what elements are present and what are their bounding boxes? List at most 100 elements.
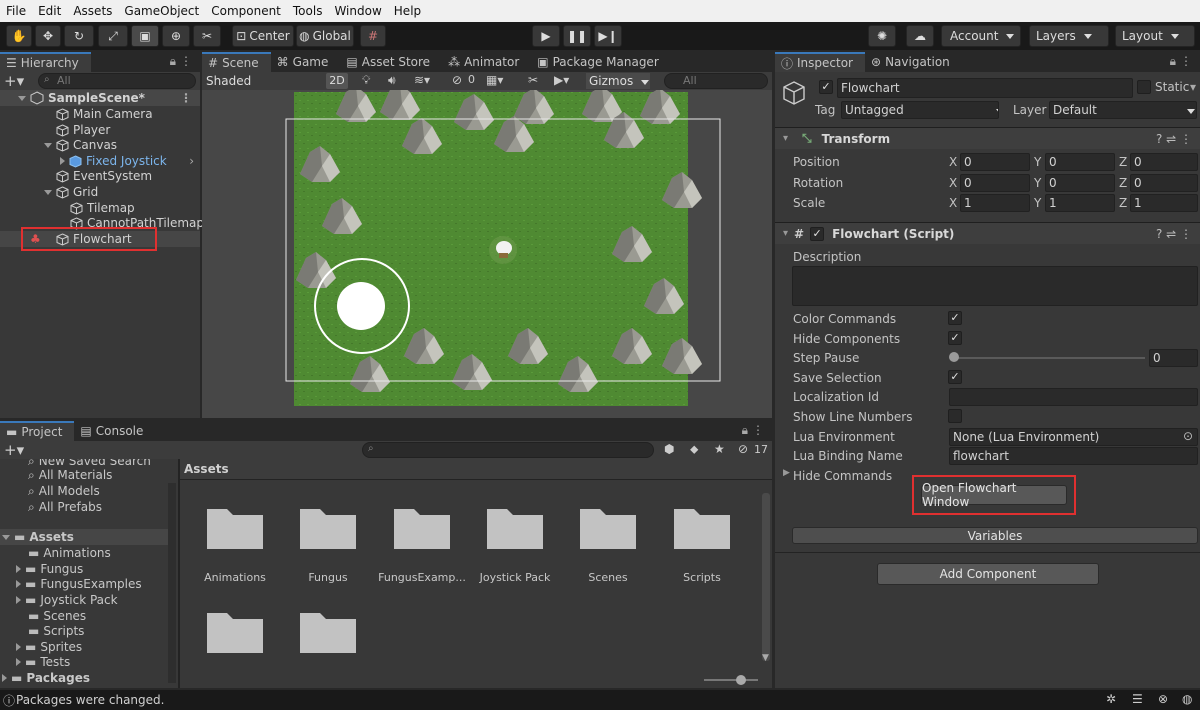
project-search-input[interactable] (362, 442, 654, 458)
rotate-tool-button[interactable]: ↻ (64, 25, 94, 47)
chevron-right-icon[interactable]: › (189, 153, 194, 169)
favorite-icon[interactable]: ★ (714, 442, 725, 456)
move-tool-button[interactable]: ✥ (35, 25, 61, 47)
tree-folder[interactable]: ▬ FungusExamples (0, 576, 176, 592)
hidden-packages-icon[interactable]: ⊘ (738, 442, 748, 456)
layers-dropdown[interactable]: Layers (1029, 25, 1109, 47)
step-button[interactable]: ▶❙ (594, 25, 622, 47)
menu-tools[interactable]: Tools (287, 0, 329, 22)
kebab-menu-icon[interactable]: ⋮ (180, 54, 192, 68)
position-y-field[interactable]: 0 (1045, 153, 1115, 171)
layer-dropdown[interactable]: Default (1049, 101, 1197, 119)
cloud-button[interactable]: ☁ (906, 25, 934, 47)
rotation-y-field[interactable]: 0 (1045, 174, 1115, 192)
flowchart-script-header[interactable]: ▾ # ✓ Flowchart (Script) ? ⇌ ⋮ (775, 222, 1200, 244)
camera-settings-icon[interactable]: ▦▾ (486, 73, 503, 87)
menu-file[interactable]: File (0, 0, 32, 22)
tab-hierarchy[interactable]: ☰ Hierarchy (0, 52, 91, 72)
breadcrumb-assets[interactable]: Assets (184, 462, 229, 476)
tools-icon[interactable]: ✂ (528, 73, 538, 87)
hierarchy-item[interactable]: Player (0, 122, 200, 138)
hierarchy-item[interactable]: Tilemap (0, 200, 200, 216)
zoom-slider-track[interactable] (704, 679, 758, 681)
auto-generate-lighting-icon[interactable]: ⊗ (1158, 692, 1168, 706)
variables-button[interactable]: Variables (792, 527, 1198, 544)
add-component-button[interactable]: Add Component (877, 563, 1099, 585)
scale-tool-button[interactable]: ⤢ (98, 25, 128, 47)
add-icon[interactable]: +▾ (4, 72, 24, 90)
localization-id-field[interactable] (949, 388, 1198, 406)
pivot-center-button[interactable]: ⊡ Center (232, 25, 294, 47)
hierarchy-search-input[interactable]: All (38, 73, 196, 89)
transform-tool-button[interactable]: ⊕ (162, 25, 190, 47)
menu-gameobject[interactable]: GameObject (118, 0, 205, 22)
scene-viewport[interactable] (202, 90, 772, 418)
mode-2d-button[interactable]: 2D (326, 73, 348, 89)
cache-icon[interactable]: ☰ (1132, 692, 1143, 706)
step-pause-field[interactable]: 0 (1149, 349, 1198, 367)
tab-navigation[interactable]: ⊛ Navigation (865, 52, 962, 72)
zoom-slider-handle[interactable] (736, 675, 746, 685)
lua-binding-name-field[interactable]: flowchart (949, 447, 1198, 465)
pause-button[interactable]: ❚❚ (563, 25, 591, 47)
rect-tool-button[interactable]: ▣ (131, 25, 159, 47)
pivot-global-button[interactable]: ◍ Global (296, 25, 354, 47)
tree-folder[interactable]: ▬ Scenes (0, 608, 176, 624)
kebab-menu-icon[interactable]: ⋮ (1180, 54, 1192, 68)
menu-assets[interactable]: Assets (67, 0, 118, 22)
rotation-z-field[interactable]: 0 (1130, 174, 1198, 192)
hierarchy-item-prefab[interactable]: Fixed Joystick › (0, 153, 200, 169)
audio-icon[interactable]: 🔊︎ (388, 73, 396, 88)
object-picker-icon[interactable]: ⊙ (1183, 429, 1193, 443)
scale-z-field[interactable]: 1 (1130, 194, 1198, 212)
folder-item[interactable] (190, 607, 280, 655)
folder-item[interactable] (283, 607, 373, 655)
lua-environment-field[interactable]: None (Lua Environment) (949, 428, 1198, 446)
shading-dropdown[interactable]: Shaded (206, 72, 322, 90)
scene-search-input[interactable]: All (664, 73, 768, 89)
menu-help[interactable]: Help (388, 0, 427, 22)
tab-scene[interactable]: # Scene (202, 52, 271, 72)
folder-item[interactable]: Scenes (563, 503, 653, 584)
filter-label-icon[interactable]: ⬥ (690, 442, 698, 457)
transform-header[interactable]: ▾ ⤡ Transform ? ⇌ ⋮ (775, 127, 1200, 149)
folder-item[interactable]: FungusExamp... (377, 503, 467, 584)
lock-icon[interactable]: 🔒︎ (742, 423, 748, 438)
folder-item[interactable]: Animations (190, 503, 280, 584)
menu-edit[interactable]: Edit (32, 0, 67, 22)
hide-commands-label[interactable]: Hide Commands (793, 469, 892, 483)
assets-root[interactable]: ▬ Assets (0, 529, 176, 545)
hide-components-checkbox[interactable]: ✓ (948, 331, 962, 345)
add-icon[interactable]: +▾ (4, 441, 24, 459)
hierarchy-item[interactable]: Grid (0, 184, 200, 200)
static-checkbox[interactable] (1137, 80, 1151, 94)
tab-console[interactable]: ▤ Console (74, 421, 155, 441)
joystick-handle[interactable] (337, 282, 385, 330)
progress-icon[interactable]: ◍ (1182, 692, 1192, 706)
object-name-field[interactable]: Flowchart (837, 78, 1133, 98)
hierarchy-item[interactable]: Main Camera (0, 106, 200, 122)
play-button[interactable]: ▶ (532, 25, 560, 47)
hidden-objects-icon[interactable]: ⊘ (452, 73, 462, 87)
tab-animator[interactable]: ⁂ Animator (442, 52, 531, 72)
step-pause-slider-track[interactable] (953, 357, 1145, 359)
menu-component[interactable]: Component (205, 0, 287, 22)
scale-y-field[interactable]: 1 (1045, 194, 1115, 212)
tree-folder[interactable]: ▬ Joystick Pack (0, 592, 176, 608)
gizmos-dropdown[interactable]: Gizmos (586, 73, 650, 89)
chevron-right-icon[interactable]: ▶ (783, 468, 790, 478)
folder-item[interactable]: Scripts (657, 503, 747, 584)
tab-package-manager[interactable]: ▣ Package Manager (531, 52, 671, 72)
rotation-x-field[interactable]: 0 (960, 174, 1030, 192)
show-line-numbers-checkbox[interactable] (948, 409, 962, 423)
scale-x-field[interactable]: 1 (960, 194, 1030, 212)
scene-menu-icon[interactable]: ⋮ (180, 90, 192, 106)
tab-project[interactable]: ▬ Project (0, 421, 75, 441)
tree-folder[interactable]: ▬ Tests (0, 654, 176, 670)
packages-root[interactable]: ▬ Packages (0, 670, 176, 686)
hierarchy-item[interactable]: EventSystem (0, 168, 200, 184)
position-z-field[interactable]: 0 (1130, 153, 1198, 171)
player-sprite[interactable] (489, 236, 517, 264)
bug-icon[interactable]: ✲ (1106, 692, 1116, 706)
position-x-field[interactable]: 0 (960, 153, 1030, 171)
